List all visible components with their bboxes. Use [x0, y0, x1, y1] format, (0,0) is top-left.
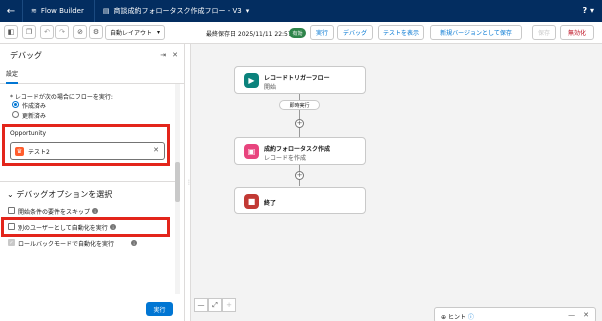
- skip-start-label: 開始条件の要件をスキップ: [18, 209, 91, 216]
- clear-selection-icon[interactable]: ✕: [153, 146, 159, 154]
- status-badge: 有効: [289, 28, 306, 38]
- create-node-subtitle: レコードを作成: [264, 155, 307, 162]
- panel-scrollbar[interactable]: [175, 84, 180, 294]
- start-node[interactable]: ▶ レコードトリガーフロー 開始: [234, 66, 366, 94]
- chevron-down-icon: ▾: [245, 7, 250, 15]
- info-icon[interactable]: i: [92, 208, 98, 214]
- deactivate-button[interactable]: 無効化: [560, 25, 594, 40]
- hint-label: ヒント: [447, 314, 466, 321]
- record-field-label: Opportunity: [10, 130, 47, 137]
- fit-view-icon[interactable]: ⤢: [208, 298, 222, 312]
- undo-icon[interactable]: ↶: [40, 25, 54, 39]
- document-icon: ▤: [102, 7, 110, 15]
- create-records-node[interactable]: ▣ 成約フォロータスク作成 レコードを作成: [234, 137, 366, 165]
- redo-icon[interactable]: ↷: [55, 25, 69, 39]
- toolbar: ◧ ❐ ↶ ↷ ⊘ ⚙ 自動レイアウト ▾ 最終保存日 2025/11/11 2…: [0, 22, 602, 44]
- debug-panel-header: デバッグ ⇥ ✕: [0, 44, 184, 66]
- flow-canvas[interactable]: ▶ レコードトリガーフロー 開始 即時実行 + ▣ 成約フォロータスク作成 レコ…: [191, 44, 602, 321]
- zoom-in-icon[interactable]: +: [222, 298, 236, 312]
- hint-title: ⊕ ヒント ⓘ: [441, 314, 474, 321]
- last-saved-text: 最終保存日 2025/11/11 22:57: [206, 31, 292, 38]
- end-node-title: 終了: [264, 200, 277, 207]
- add-element-icon[interactable]: +: [295, 119, 304, 128]
- opportunity-icon: ♛: [15, 147, 24, 156]
- debug-button[interactable]: デバッグ: [337, 25, 373, 40]
- flow-title: 商談成約フォロータスク作成フロー - V3: [113, 7, 242, 15]
- debug-panel: デバッグ ⇥ ✕ 設定: [0, 44, 185, 321]
- create-node-title: 成約フォロータスク作成: [264, 146, 331, 153]
- stop-icon: ■: [244, 194, 259, 209]
- info-icon[interactable]: i: [110, 224, 116, 230]
- gear-icon[interactable]: ⚙: [89, 25, 103, 39]
- back-arrow-icon[interactable]: ←: [0, 0, 22, 22]
- scrollbar-thumb[interactable]: [175, 162, 180, 202]
- app-switcher[interactable]: ≋ Flow Builder: [23, 7, 94, 15]
- play-icon: ▶: [244, 73, 259, 88]
- app-name: Flow Builder: [40, 7, 84, 15]
- save-button[interactable]: 保存: [532, 25, 556, 40]
- rollback-label: ロールバックモードで自動化を実行: [18, 241, 115, 248]
- panel-title: デバッグ: [10, 50, 42, 60]
- tab-settings[interactable]: 設定: [6, 69, 19, 84]
- copy-icon[interactable]: ❐: [22, 25, 36, 39]
- flow-title-menu[interactable]: ▤ 商談成約フォロータスク作成フロー - V3 ▾: [95, 6, 249, 16]
- layout-select[interactable]: 自動レイアウト ▾: [105, 25, 165, 40]
- create-record-icon: ▣: [244, 144, 259, 159]
- close-icon[interactable]: ✕: [172, 51, 178, 59]
- options-heading: デバッグオプションを選択: [16, 190, 113, 199]
- path-label: 即時実行: [279, 100, 320, 110]
- rollback-checkbox[interactable]: ✓: [8, 239, 15, 246]
- radio-updated-label: 更新済み: [22, 113, 47, 120]
- radio-created[interactable]: [12, 101, 19, 108]
- chevron-down-icon: ⌄: [7, 190, 14, 199]
- zoom-out-icon[interactable]: —: [194, 298, 208, 312]
- close-icon[interactable]: ✕: [583, 311, 589, 319]
- debug-run-button[interactable]: 実行: [146, 302, 173, 316]
- debug-tabbar: 設定: [0, 66, 184, 84]
- disable-icon[interactable]: ⊘: [73, 25, 87, 39]
- help-menu-icon[interactable]: ? ▾: [583, 6, 594, 15]
- trigger-question-label: * レコードが次の場合にフローを実行:: [10, 94, 113, 101]
- radio-updated[interactable]: [12, 111, 19, 118]
- end-node[interactable]: ■ 終了: [234, 187, 366, 214]
- record-lookup-value: テスト2: [28, 149, 50, 156]
- add-element-icon[interactable]: +: [295, 171, 304, 180]
- layout-select-value: 自動レイアウト: [110, 30, 153, 37]
- options-section-toggle[interactable]: ⌄ デバッグオプションを選択: [7, 189, 112, 200]
- radio-created-label: 作成済み: [22, 103, 47, 110]
- view-tests-button[interactable]: テストを表示: [378, 25, 424, 40]
- toggle-panel-icon[interactable]: ◧: [4, 25, 18, 39]
- info-icon[interactable]: i: [131, 240, 137, 246]
- zoom-controls: — ⤢ +: [194, 298, 236, 312]
- collapse-panel-icon[interactable]: ⇥: [160, 51, 166, 59]
- info-icon: ⓘ: [467, 314, 474, 321]
- save-new-version-button[interactable]: 新規バージョンとして保存: [430, 25, 522, 40]
- skip-start-checkbox[interactable]: [8, 207, 15, 214]
- flow-builder-logo-icon: ≋: [31, 7, 37, 15]
- run-as-user-checkbox[interactable]: [8, 223, 15, 230]
- global-header: ← ≋ Flow Builder ▤ 商談成約フォロータスク作成フロー - V3…: [0, 0, 602, 22]
- record-lookup-input[interactable]: ♛ テスト2 ✕: [10, 142, 165, 160]
- start-node-title: レコードトリガーフロー: [264, 75, 330, 82]
- run-button[interactable]: 実行: [310, 25, 334, 40]
- run-as-user-label: 別のユーザーとして自動化を実行: [18, 225, 108, 232]
- hint-panel: ⊕ ヒント ⓘ — ✕: [434, 307, 596, 321]
- section-divider: [0, 181, 175, 182]
- chevron-down-icon: ▾: [156, 29, 160, 36]
- start-node-subtitle: 開始: [264, 84, 277, 91]
- minimize-icon[interactable]: —: [568, 311, 575, 319]
